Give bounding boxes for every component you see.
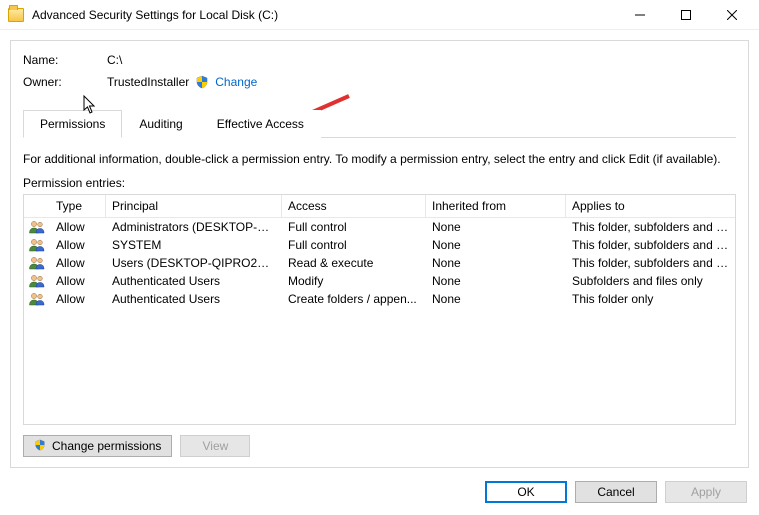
tab-bar: Permissions Auditing Effective Access [23, 109, 736, 138]
cell-type: Allow [50, 272, 106, 290]
name-label: Name: [23, 53, 107, 67]
change-permissions-button[interactable]: Change permissions [23, 435, 172, 457]
minimize-button[interactable] [617, 1, 663, 29]
info-text: For additional information, double-click… [23, 152, 736, 166]
cell-access: Modify [282, 272, 426, 290]
cell-access: Create folders / appen... [282, 290, 426, 308]
header-inherited[interactable]: Inherited from [426, 195, 566, 217]
cell-type: Allow [50, 236, 106, 254]
table-row[interactable]: Allow Administrators (DESKTOP-QIP... Ful… [24, 218, 735, 236]
cell-type: Allow [50, 218, 106, 236]
users-icon [24, 218, 50, 236]
cell-principal: SYSTEM [106, 236, 282, 254]
cell-applies: Subfolders and files only [566, 272, 735, 290]
table-row[interactable]: Allow SYSTEM Full control None This fold… [24, 236, 735, 254]
cell-applies: This folder, subfolders and files [566, 218, 735, 236]
table-header: Type Principal Access Inherited from App… [24, 195, 735, 218]
cell-inherited: None [426, 254, 566, 272]
users-icon [24, 272, 50, 290]
cancel-button[interactable]: Cancel [575, 481, 657, 503]
folder-icon [8, 8, 24, 22]
cell-principal: Authenticated Users [106, 272, 282, 290]
cell-inherited: None [426, 290, 566, 308]
dialog-buttons: OK Cancel Apply [485, 481, 747, 503]
shield-icon [195, 75, 209, 89]
view-button: View [180, 435, 250, 457]
cell-applies: This folder only [566, 290, 735, 308]
permission-entries-table[interactable]: Type Principal Access Inherited from App… [23, 194, 736, 425]
owner-value: TrustedInstaller [107, 75, 189, 89]
close-button[interactable] [709, 1, 755, 29]
users-icon [24, 254, 50, 272]
window-title: Advanced Security Settings for Local Dis… [32, 8, 278, 22]
tab-auditing[interactable]: Auditing [122, 110, 199, 138]
titlebar: Advanced Security Settings for Local Dis… [0, 0, 759, 30]
table-row[interactable]: Allow Users (DESKTOP-QIPRO2K\Us... Read … [24, 254, 735, 272]
name-row: Name: C:\ [23, 53, 736, 67]
cell-type: Allow [50, 254, 106, 272]
shield-icon [34, 439, 48, 453]
cell-inherited: None [426, 218, 566, 236]
header-principal[interactable]: Principal [106, 195, 282, 217]
cell-applies: This folder, subfolders and files [566, 254, 735, 272]
window-controls [617, 1, 755, 29]
main-panel: Name: C:\ Owner: TrustedInstaller Change [10, 40, 749, 468]
cell-inherited: None [426, 272, 566, 290]
users-icon [24, 236, 50, 254]
name-value: C:\ [107, 53, 122, 67]
apply-button: Apply [665, 481, 747, 503]
ok-button[interactable]: OK [485, 481, 567, 503]
cell-access: Read & execute [282, 254, 426, 272]
table-row[interactable]: Allow Authenticated Users Modify None Su… [24, 272, 735, 290]
cell-inherited: None [426, 236, 566, 254]
maximize-button[interactable] [663, 1, 709, 29]
cell-principal: Administrators (DESKTOP-QIP... [106, 218, 282, 236]
cell-principal: Users (DESKTOP-QIPRO2K\Us... [106, 254, 282, 272]
tab-effective-access[interactable]: Effective Access [200, 110, 321, 138]
cell-principal: Authenticated Users [106, 290, 282, 308]
cell-type: Allow [50, 290, 106, 308]
users-icon [24, 290, 50, 308]
cell-applies: This folder, subfolders and files [566, 236, 735, 254]
cell-access: Full control [282, 236, 426, 254]
table-row[interactable]: Allow Authenticated Users Create folders… [24, 290, 735, 308]
tab-permissions[interactable]: Permissions [23, 110, 122, 138]
owner-row: Owner: TrustedInstaller Change [23, 75, 736, 89]
owner-label: Owner: [23, 75, 107, 89]
entries-label: Permission entries: [23, 176, 736, 190]
header-type[interactable]: Type [50, 195, 106, 217]
change-owner-link[interactable]: Change [215, 75, 257, 89]
cell-access: Full control [282, 218, 426, 236]
header-applies[interactable]: Applies to [566, 195, 735, 217]
header-access[interactable]: Access [282, 195, 426, 217]
